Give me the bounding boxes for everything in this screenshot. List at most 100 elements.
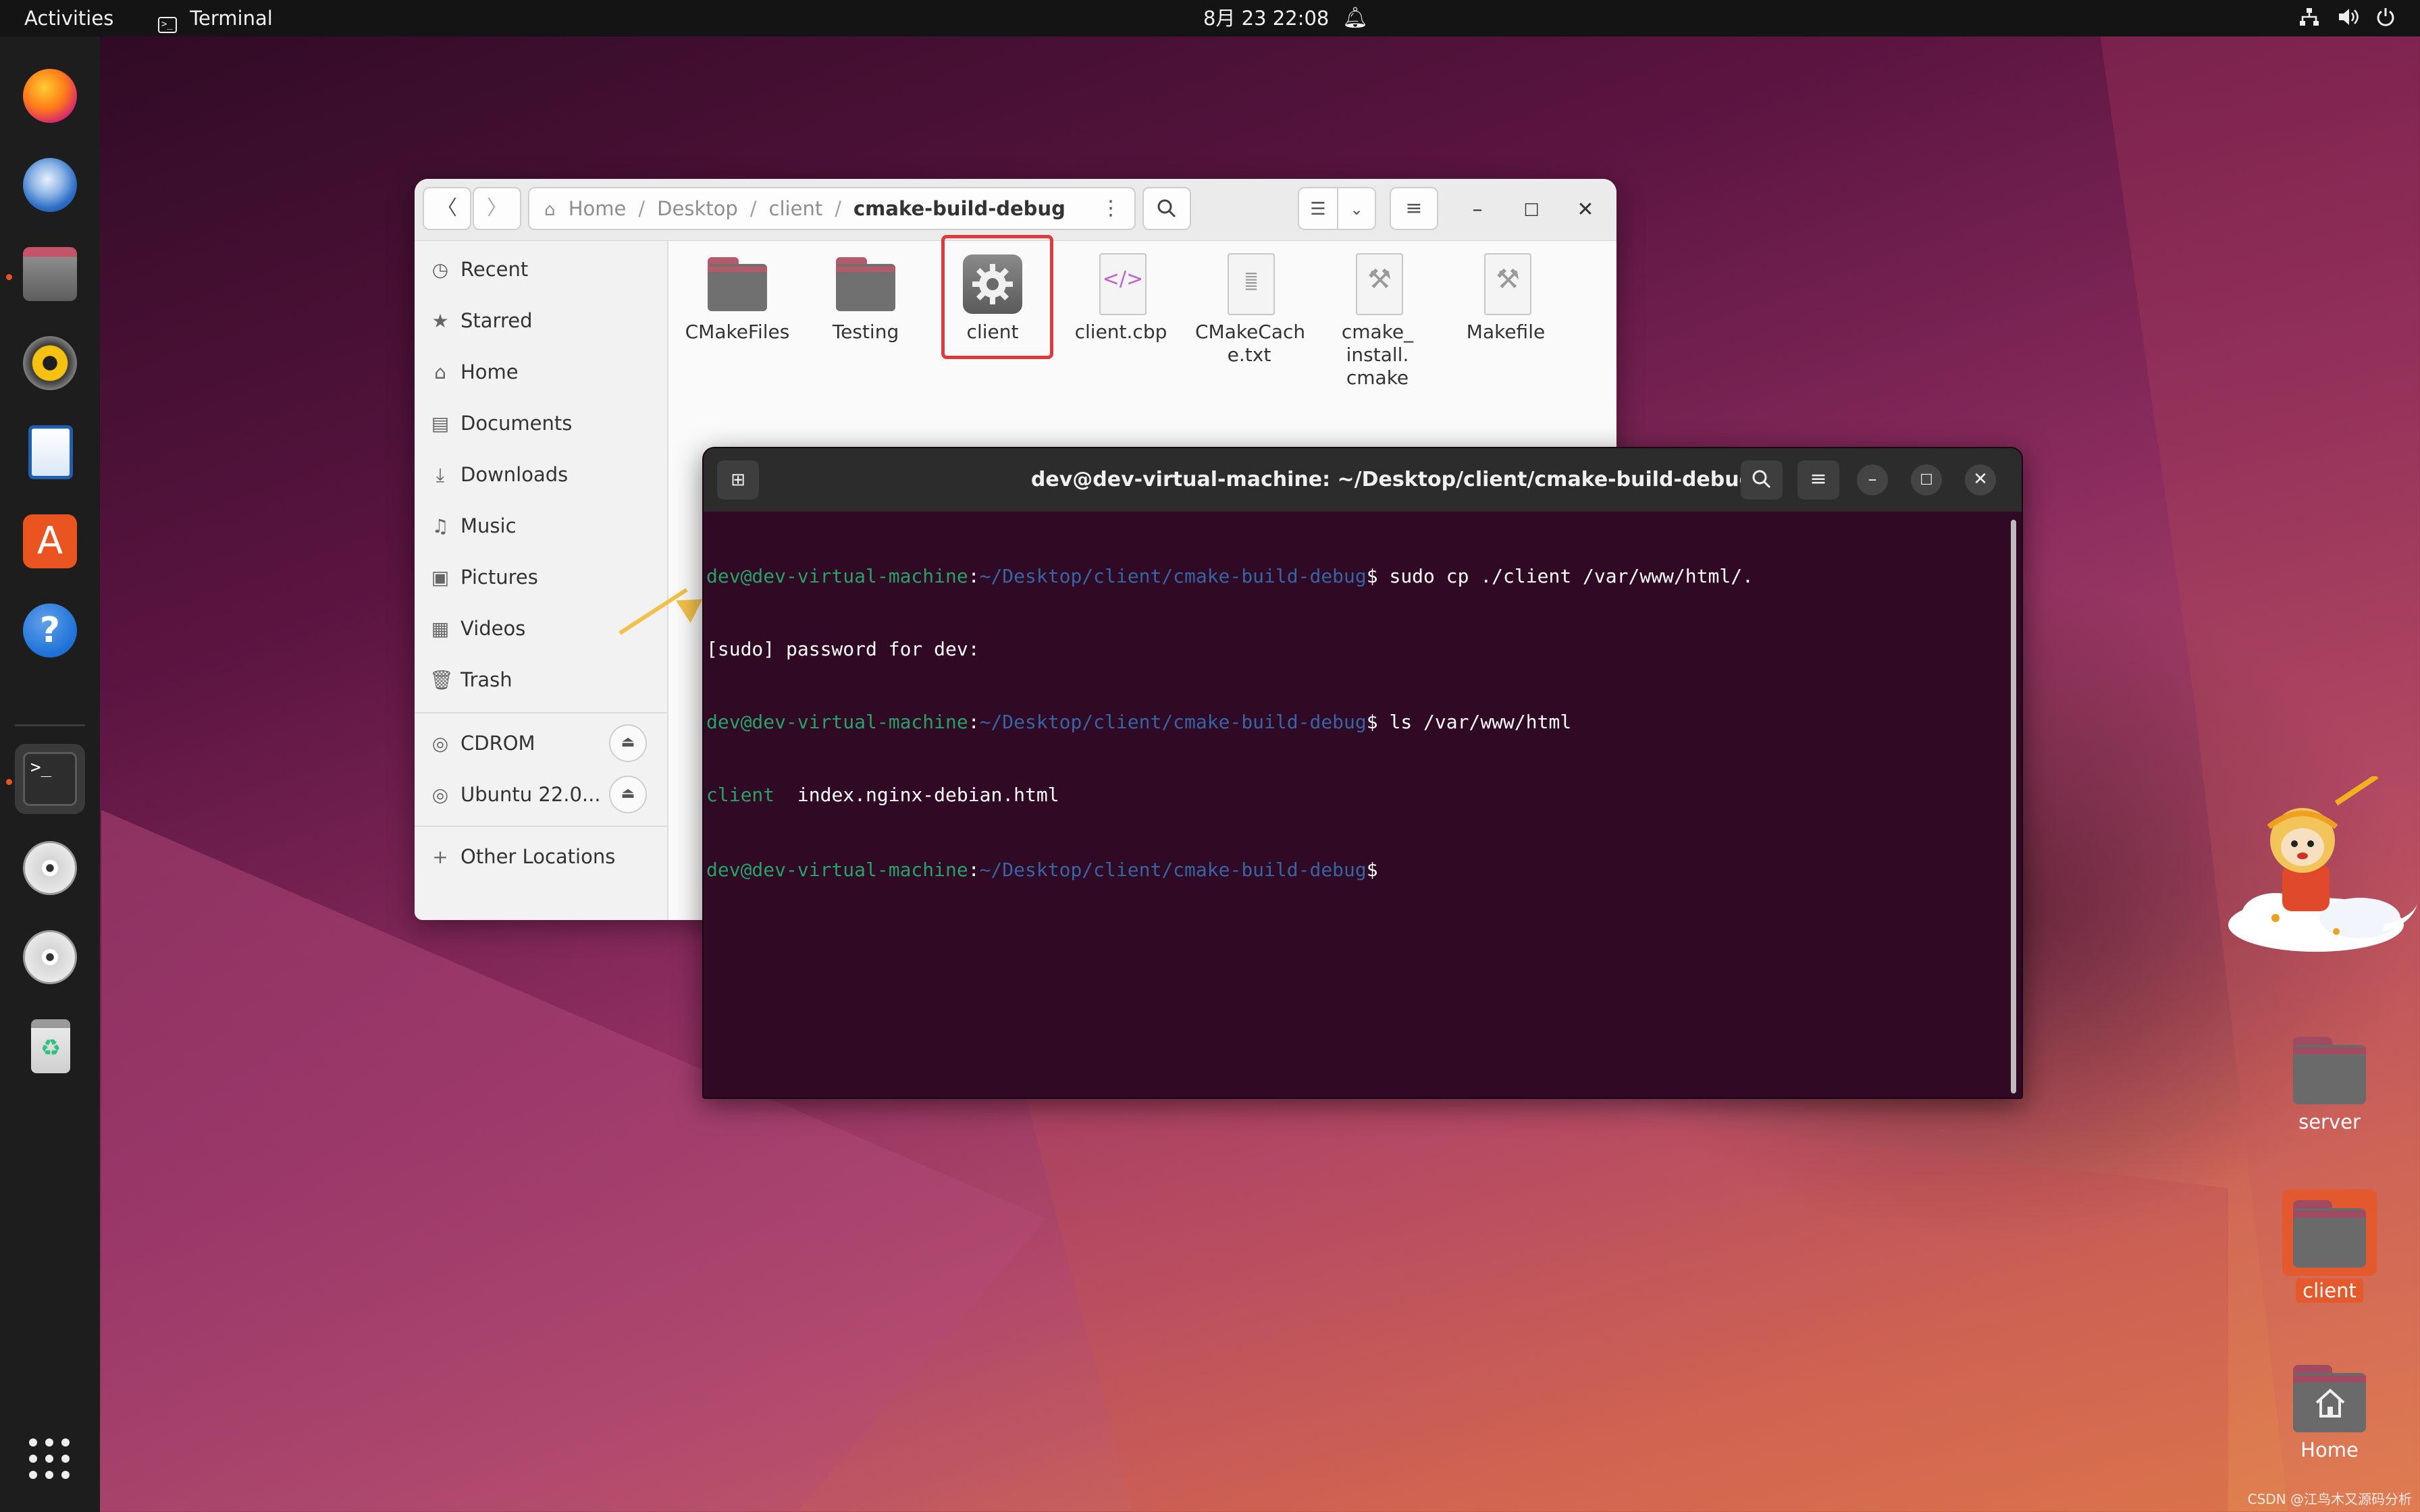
terminal-maximize-button[interactable]: ☐ (1911, 464, 1942, 495)
disc-icon (23, 930, 77, 984)
path-segment-client[interactable]: client (769, 197, 823, 220)
desktop-icon-client[interactable]: client (2282, 1189, 2377, 1303)
app-center-launcher[interactable]: A (15, 506, 85, 576)
network-icon[interactable] (2298, 7, 2320, 32)
path-segment-current[interactable]: cmake-build-debug (853, 197, 1066, 220)
text-file-icon: ≡ ≡ (1217, 252, 1282, 317)
chevron-left-icon: 〈 (437, 196, 457, 220)
prompt-path: ~/Desktop/client/cmake-build-debug (979, 565, 1367, 587)
rhythmbox-launcher[interactable] (15, 328, 85, 398)
app-menu[interactable]: >_ Terminal (158, 7, 273, 33)
disc-launcher[interactable] (15, 922, 85, 992)
sidebar-item-documents[interactable]: ▤ Documents (429, 404, 573, 442)
terminal-search-button[interactable] (1741, 460, 1783, 500)
terminal-line: dev@dev-virtual-machine:~/Desktop/client… (706, 710, 1754, 734)
sidebar-item-ubuntu-disc[interactable]: ◎ Ubuntu 22.0... (429, 776, 601, 813)
selection-highlight (941, 235, 1053, 359)
minimize-button[interactable]: – (1463, 195, 1492, 225)
terminal-minimize-button[interactable]: – (1857, 464, 1888, 495)
file-item-client-cbp[interactable]: </> client.cbp (1067, 252, 1175, 344)
sidebar-item-home[interactable]: ⌂ Home (429, 353, 519, 391)
terminal-scrollbar[interactable] (2011, 520, 2016, 1094)
thunderbird-launcher[interactable] (15, 150, 85, 220)
sidebar-item-cdrom[interactable]: ◎ CDROM (429, 724, 535, 762)
prompt-colon: : (968, 565, 980, 587)
path-segment-home[interactable]: Home (569, 197, 627, 220)
writer-launcher[interactable] (15, 417, 85, 487)
terminal-line: dev@dev-virtual-machine:~/Desktop/client… (706, 856, 1754, 881)
hamburger-menu-icon: ≡ (1810, 467, 1827, 491)
desktop-icon-home[interactable]: Home (2282, 1361, 2377, 1462)
close-button[interactable]: ✕ (1571, 195, 1600, 225)
terminal-headerbar: ⊞ dev@dev-virtual-machine: ~/Desktop/cli… (704, 448, 2022, 512)
prompt-symbol: $ (1366, 859, 1378, 881)
trash-launcher[interactable]: ♻ (15, 1011, 85, 1081)
terminal-menu-button[interactable]: ≡ (1797, 460, 1839, 500)
files-launcher[interactable] (15, 239, 85, 309)
sidebar-item-label: Videos (461, 617, 526, 640)
prompt-user: dev@dev-virtual-machine (706, 711, 968, 733)
power-icon[interactable] (2375, 7, 2396, 32)
file-item-label: cmake_ install. cmake (1341, 321, 1414, 389)
terminal-output[interactable]: dev@dev-virtual-machine:~/Desktop/client… (706, 516, 1754, 929)
sidebar-item-trash[interactable]: 🗑︎ Trash (429, 661, 512, 699)
search-icon (1752, 470, 1771, 489)
path-separator: / (749, 197, 757, 220)
running-indicator (6, 779, 12, 785)
file-item-testing[interactable]: Testing (812, 252, 920, 344)
clock-icon: ◷ (431, 259, 449, 281)
prompt-colon: : (968, 859, 980, 881)
view-options-button[interactable]: ⌄ (1337, 187, 1376, 230)
terminal-close-button[interactable]: ✕ (1965, 464, 1996, 495)
eject-button[interactable]: ⏏ (609, 724, 647, 762)
path-separator: / (835, 197, 841, 220)
sidebar-item-videos[interactable]: ▦ Videos (429, 610, 526, 647)
sidebar-item-recent[interactable]: ◷ Recent (429, 250, 528, 288)
sidebar-item-label: Recent (461, 258, 529, 281)
clock[interactable]: 8月 23 22:08 (1203, 7, 1329, 30)
sidebar-item-music[interactable]: ♫ Music (429, 507, 517, 545)
file-item-makefile[interactable]: ⚒ Makefile (1452, 252, 1560, 344)
file-item-cmakecache[interactable]: ≡ ≡ CMakeCach e.txt (1195, 252, 1305, 367)
eject-button[interactable]: ⏏ (609, 776, 647, 813)
code-file-icon: </> (1088, 252, 1153, 317)
app-grid-icon[interactable] (27, 1436, 72, 1481)
firefox-launcher[interactable] (15, 61, 85, 131)
sidebar-item-starred[interactable]: ★ Starred (429, 302, 532, 340)
activities-button[interactable]: Activities (24, 7, 113, 30)
rhythmbox-icon (23, 336, 77, 390)
main-menu-button[interactable]: ≡ (1390, 187, 1438, 230)
path-menu-button[interactable]: ⋮ (1087, 187, 1136, 230)
sidebar-item-label: Pictures (461, 566, 538, 589)
wallpaper-shard (1013, 1046, 2228, 1512)
disc-launcher[interactable] (15, 833, 85, 903)
sidebar-item-label: Downloads (461, 463, 569, 486)
sidebar-item-pictures[interactable]: ▣ Pictures (429, 558, 538, 596)
help-launcher[interactable]: ? (15, 595, 85, 666)
sidebar-item-downloads[interactable]: ⤓ Downloads (429, 456, 568, 493)
search-button[interactable] (1142, 187, 1191, 230)
forward-button[interactable]: 〉 (473, 187, 521, 230)
app-name: Terminal (190, 7, 273, 30)
sidebar-item-other-locations[interactable]: + Other Locations (429, 838, 615, 875)
back-button[interactable]: 〈 (423, 187, 471, 230)
terminal-launcher[interactable]: >_ (15, 744, 85, 814)
folder-icon (833, 252, 898, 317)
sidebar-item-label: Music (461, 514, 517, 537)
maximize-button[interactable]: ☐ (1517, 195, 1546, 225)
disc-icon: ◎ (431, 784, 449, 806)
path-bar: ⌂ Home / Desktop / client / cmake-build-debug (528, 187, 1136, 230)
path-segment-desktop[interactable]: Desktop (657, 197, 738, 220)
file-item-label: Makefile (1466, 321, 1546, 343)
notification-bell-icon[interactable]: 🔔︎ (1342, 7, 1368, 30)
file-item-cmake-install[interactable]: ⚒ cmake_ install. cmake (1323, 252, 1431, 389)
view-list-button[interactable]: ☰ (1298, 187, 1338, 230)
file-item-label: CMakeFiles (685, 321, 790, 343)
sidebar-divider (415, 712, 668, 713)
minimize-icon: – (1868, 469, 1877, 489)
volume-icon[interactable] (2338, 7, 2361, 32)
desktop-icon-server[interactable]: server (2282, 1033, 2377, 1134)
new-tab-button[interactable]: ⊞ (717, 460, 759, 500)
thunderbird-icon (23, 158, 77, 212)
file-item-cmakefiles[interactable]: CMakeFiles (683, 252, 791, 344)
